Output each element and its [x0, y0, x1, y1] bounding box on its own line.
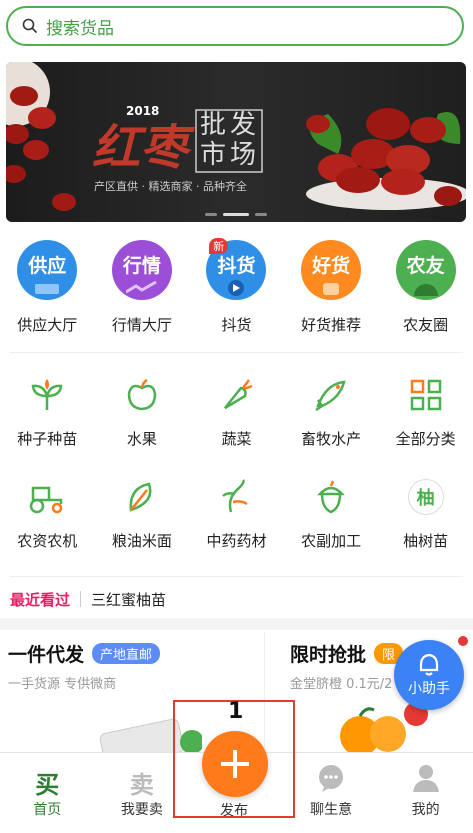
- secondary-categories: 种子种苗 水果 蔬菜 畜牧水产 全部分类 农资农机 粮油米面 中药药材 农副加工…: [0, 374, 473, 578]
- user-icon: [412, 765, 439, 792]
- jujube-dates-image: [6, 62, 76, 211]
- apple-icon: [121, 374, 163, 416]
- assistant-button[interactable]: 小助手: [394, 636, 468, 710]
- divider: [10, 352, 463, 353]
- banner-subtitle: 产区直供 · 精选商家 · 品种齐全: [94, 180, 247, 193]
- promo-desc: 一手货源 专供微商: [8, 677, 117, 692]
- category-fruit[interactable]: 水果: [95, 374, 190, 476]
- carrot-icon: [215, 374, 257, 416]
- category-label: 农副加工: [301, 532, 362, 550]
- search-icon: [22, 18, 38, 34]
- category-label: 畜牧水产: [301, 430, 362, 448]
- tab-label: 我要卖: [120, 802, 163, 818]
- supply-icon: 供应: [17, 240, 78, 300]
- carousel-dot-active: [223, 213, 249, 216]
- category-label: 抖货: [221, 316, 252, 334]
- search-bar[interactable]: 搜索货品: [6, 6, 464, 46]
- category-label: 农资农机: [17, 532, 78, 550]
- category-label: 种子种苗: [17, 430, 78, 448]
- category-label: 粮油米面: [111, 532, 172, 550]
- tab-label: 我的: [411, 802, 440, 818]
- tab-home[interactable]: 买 首页: [0, 753, 95, 833]
- category-processing[interactable]: 农副加工: [284, 476, 379, 578]
- chat-icon: [319, 765, 344, 792]
- recent-title: 最近看过: [10, 590, 71, 609]
- grain-icon: [121, 476, 163, 518]
- category-label: 农友圈: [403, 316, 449, 334]
- banner-seal: 批 发 市 场: [194, 108, 264, 174]
- tab-mine[interactable]: 我的: [378, 753, 473, 833]
- tractor-icon: [26, 476, 68, 518]
- search-placeholder: 搜索货品: [46, 18, 114, 39]
- seal-char: 发: [230, 110, 257, 140]
- category-label: 中药药材: [206, 532, 267, 550]
- jujube-bowl-image: [306, 108, 466, 210]
- farmer-hat-icon: 农友: [395, 240, 456, 300]
- separator: [80, 591, 82, 607]
- banner-title: 红枣: [92, 120, 189, 176]
- fish-icon: [310, 374, 352, 416]
- annotation-number: 1: [228, 699, 244, 724]
- seal-char: 批: [200, 110, 227, 140]
- category-pomelo-sapling[interactable]: 柚 柚树苗: [378, 476, 473, 578]
- seal-char: 场: [230, 140, 257, 170]
- promo-banner[interactable]: 红枣 2018 批 发 市 场 产区直供 · 精选商家 · 品种齐全: [6, 62, 466, 222]
- pomelo-icon: 柚: [405, 476, 447, 518]
- category-label: 供应大厅: [17, 316, 78, 334]
- divider: [10, 576, 463, 577]
- acorn-icon: [310, 476, 352, 518]
- seal-char: 市: [200, 140, 227, 170]
- category-label: 水果: [126, 430, 157, 448]
- seedling-icon: [26, 374, 68, 416]
- bell-icon: [419, 653, 439, 676]
- notification-dot: [458, 636, 468, 646]
- carousel-dots: [6, 213, 466, 216]
- herb-icon: [215, 476, 257, 518]
- promo-title: 限时抢批: [290, 644, 367, 666]
- recently-viewed: 最近看过 三红蜜柚苗: [0, 584, 473, 614]
- assistant-label: 小助手: [408, 681, 450, 697]
- category-agri-machinery[interactable]: 农资农机: [0, 476, 95, 578]
- category-market-hall[interactable]: 行情 行情大厅: [95, 240, 190, 344]
- category-douhuo[interactable]: 新 抖货 抖货: [189, 238, 284, 344]
- category-farmer-circle[interactable]: 农友 农友圈: [378, 240, 473, 344]
- category-all[interactable]: 全部分类: [378, 374, 473, 476]
- category-seeds[interactable]: 种子种苗: [0, 374, 95, 476]
- market-trend-icon: 行情: [111, 240, 172, 300]
- section-spacer: [0, 618, 473, 630]
- category-label: 柚树苗: [403, 532, 449, 550]
- promo-tag: 产地直邮: [92, 643, 161, 664]
- tab-label: 聊生意: [310, 802, 353, 818]
- sell-icon: 卖: [129, 770, 154, 799]
- category-label: 蔬菜: [221, 430, 252, 448]
- banner-year: 2018: [126, 104, 160, 118]
- category-herbs[interactable]: 中药药材: [189, 476, 284, 578]
- buy-icon: 买: [35, 770, 60, 799]
- category-livestock[interactable]: 畜牧水产: [284, 374, 379, 476]
- category-label: 全部分类: [395, 430, 456, 448]
- recent-item[interactable]: 三红蜜柚苗: [91, 589, 166, 610]
- thumbs-up-icon: 好货: [301, 240, 362, 300]
- category-good-goods[interactable]: 好货 好货推荐: [284, 240, 379, 344]
- orange-image: [340, 702, 428, 752]
- category-grain-oil[interactable]: 粮油米面: [95, 476, 190, 578]
- category-label: 行情大厅: [111, 316, 172, 334]
- tab-label: 首页: [33, 802, 62, 818]
- new-badge: 新: [209, 238, 229, 254]
- carousel-dot: [205, 213, 217, 216]
- category-label: 好货推荐: [301, 316, 362, 334]
- carousel-dot: [255, 213, 267, 216]
- category-vegetable[interactable]: 蔬菜: [189, 374, 284, 476]
- promo-title: 一件代发: [8, 644, 85, 666]
- grid-icon: [405, 374, 447, 416]
- tab-chat[interactable]: 聊生意: [284, 753, 379, 833]
- category-supply-hall[interactable]: 供应 供应大厅: [0, 240, 95, 344]
- primary-categories: 供应 供应大厅 行情 行情大厅 新 抖货 抖货 好货 好货推荐 农友 农友圈: [0, 238, 473, 344]
